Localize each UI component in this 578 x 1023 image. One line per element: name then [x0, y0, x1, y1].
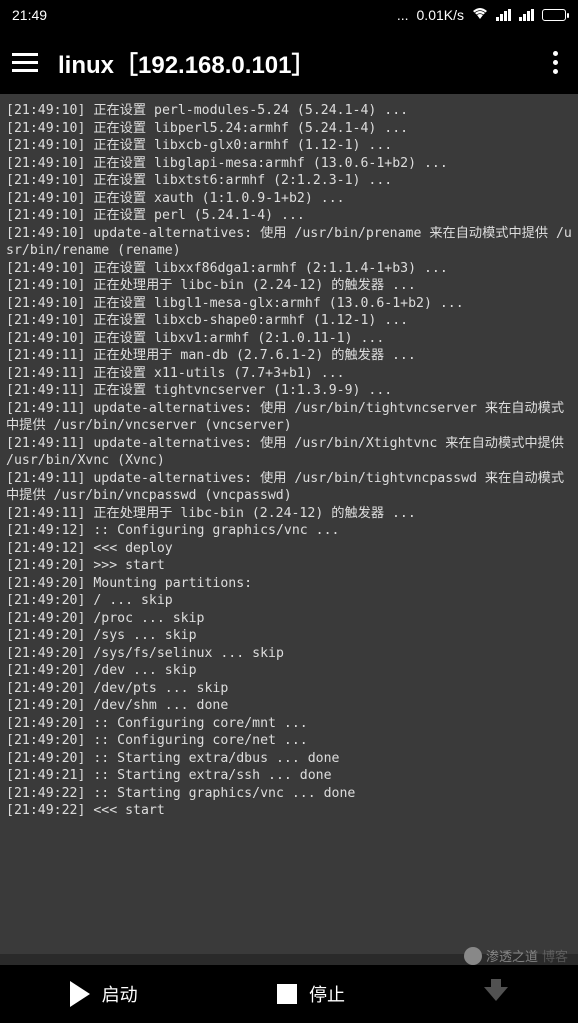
stop-button[interactable]: 停止 [277, 981, 345, 1007]
overflow-menu-icon[interactable] [545, 43, 566, 82]
start-button[interactable]: 启动 [70, 981, 138, 1007]
play-icon [70, 981, 90, 1007]
status-bar: 21:49 ... 0.01K/s [0, 0, 578, 30]
status-dots: ... [397, 7, 409, 23]
app-header: linux［192.168.0.101］ [0, 30, 578, 94]
bottom-toolbar: 启动 停止 [0, 965, 578, 1023]
status-right: ... 0.01K/s [397, 6, 566, 24]
terminal-output[interactable]: [21:49:10] 正在设置 perl-modules-5.24 (5.24.… [0, 94, 578, 954]
watermark-text2: 博客 [542, 946, 568, 965]
battery-icon [542, 9, 566, 21]
watermark-text1: 渗透之道 [486, 946, 538, 965]
menu-icon[interactable] [12, 53, 38, 72]
stop-icon [277, 984, 297, 1004]
watermark: 渗透之道 博客 [464, 946, 568, 965]
watermark-icon [464, 947, 482, 965]
network-speed: 0.01K/s [417, 7, 464, 23]
wifi-icon [472, 6, 488, 24]
start-label: 启动 [102, 981, 138, 1007]
page-title: linux［192.168.0.101］ [58, 45, 525, 80]
stop-label: 停止 [309, 981, 345, 1007]
status-time: 21:49 [12, 7, 397, 23]
signal-icon-1 [496, 9, 511, 21]
download-button[interactable] [484, 987, 508, 1001]
download-icon [484, 987, 508, 1001]
signal-icon-2 [519, 9, 534, 21]
